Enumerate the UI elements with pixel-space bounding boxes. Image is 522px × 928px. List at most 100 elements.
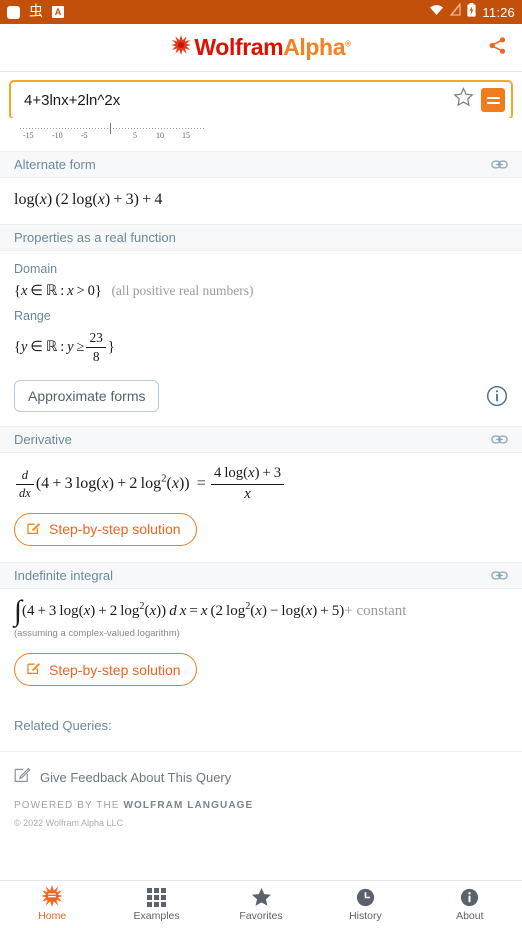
derivative-step-row: Step-by-step solution — [0, 512, 522, 562]
bottom-navigation: Home Examples Favorites History About — [0, 880, 522, 928]
a-badge-icon: A — [52, 6, 64, 18]
related-queries-title: Related Queries: — [14, 718, 112, 734]
domain-label: Domain — [14, 261, 58, 276]
wolfram-spikey-logo-icon — [171, 35, 192, 60]
section-body-indefinite-integral: ∫(4 + 3 log(x) + 2 log2(x)) d x = x (2 l… — [0, 589, 522, 643]
logo-wolfram-text: Wolfram — [194, 34, 284, 60]
signal-off-icon — [450, 2, 462, 21]
nav-item-favorites[interactable]: Favorites — [209, 881, 313, 928]
rounded-square-icon — [7, 5, 20, 19]
range-prefix: {y ∈ ℝ : y ≥ — [14, 338, 85, 355]
integral-step-row: Step-by-step solution — [0, 643, 522, 704]
pencil-square-icon — [27, 661, 41, 678]
nav-item-history[interactable]: History — [313, 881, 417, 928]
plot-tick-label: -5 — [81, 131, 88, 140]
nav-item-about[interactable]: About — [418, 881, 522, 928]
step-button-label: Step-by-step solution — [49, 521, 181, 538]
derivative-result-denominator: x — [211, 484, 285, 505]
plot-axis-strip: -15 -10 -5 5 10 15 — [0, 118, 522, 151]
give-feedback-row[interactable]: Give Feedback About This Query — [0, 752, 522, 788]
favorite-button[interactable] — [448, 85, 478, 115]
link-icon[interactable] — [491, 431, 508, 448]
approx-forms-row: Approximate forms — [0, 372, 522, 426]
integral-constant: + constant — [344, 602, 407, 619]
section-title: Properties as a real function — [14, 229, 176, 245]
derivative-dx: dx — [16, 484, 34, 502]
cjk-glyph-icon: 虫 — [29, 4, 43, 20]
integral-formula: ∫(4 + 3 log(x) + 2 log2(x)) d x = x (2 l… — [14, 596, 508, 625]
plot-tick-label: -15 — [23, 131, 34, 140]
battery-charging-icon — [467, 2, 477, 22]
step-by-step-solution-button-derivative[interactable]: Step-by-step solution — [14, 512, 197, 546]
derivative-equals: = — [193, 475, 210, 493]
powered-by-text: POWERED BY THE WOLFRAM LANGUAGE — [0, 788, 522, 811]
related-queries-section[interactable]: Related Queries: — [0, 704, 522, 753]
plot-tick-label: 15 — [182, 131, 190, 140]
nav-label-examples: Examples — [133, 909, 180, 922]
star-filled-icon — [251, 887, 272, 907]
powered-brand: WOLFRAM LANGUAGE — [123, 800, 254, 812]
star-outline-icon — [452, 87, 474, 113]
integral-integrand: (4 + 3 log(x) + 2 log2(x)) — [21, 600, 167, 619]
link-icon[interactable] — [491, 156, 508, 173]
range-fraction: 23 8 — [86, 329, 106, 366]
section-title: Derivative — [14, 432, 72, 448]
keyboard-icon-line — [486, 96, 500, 99]
plot-zero-tick — [110, 123, 111, 134]
share-button[interactable] — [482, 33, 512, 63]
derivative-lhs: (4 + 3 log(x) + 2 log2(x)) — [35, 472, 190, 493]
section-header-derivative: Derivative — [0, 426, 522, 454]
status-bar: 虫 A 11:26 — [0, 0, 522, 24]
approximate-forms-button[interactable]: Approximate forms — [14, 380, 160, 413]
range-numerator: 23 — [89, 330, 103, 346]
nav-item-home[interactable]: Home — [0, 881, 104, 928]
clock-icon — [356, 888, 375, 907]
pencil-square-outline-icon — [14, 766, 31, 788]
info-filled-icon — [460, 888, 479, 907]
feedback-label: Give Feedback About This Query — [40, 769, 232, 785]
derivative-result-numerator: 4 log(x) + 3 — [214, 465, 282, 482]
link-icon[interactable] — [491, 567, 508, 584]
derivative-formula: d dx (4 + 3 log(x) + 2 log2(x)) = 4 log(x)… — [14, 464, 508, 505]
section-body-alternate-form: log(x) (2 log(x) + 3) + 4 — [0, 178, 522, 224]
search-input[interactable] — [22, 90, 448, 110]
range-label: Range — [14, 309, 51, 324]
domain-row: {x ∈ ℝ : x > 0} (all positive real numbe… — [14, 282, 508, 302]
integral-assumption: (assuming a complex-valued logarithm) — [14, 628, 180, 640]
step-by-step-solution-button-integral[interactable]: Step-by-step solution — [14, 653, 197, 687]
wifi-icon — [429, 3, 444, 21]
status-bar-right: 11:26 — [429, 2, 515, 22]
status-bar-time: 11:26 — [482, 4, 515, 20]
nav-label-about: About — [456, 909, 484, 922]
keyboard-icon-line — [486, 101, 500, 104]
plot-tick-label: 5 — [133, 131, 137, 140]
powered-prefix: POWERED BY THE — [14, 800, 124, 812]
nav-label-home: Home — [38, 909, 67, 922]
info-icon[interactable] — [486, 385, 508, 407]
grid-icon — [147, 887, 167, 907]
derivative-operator: d dx — [16, 467, 34, 502]
plot-axis-line — [20, 128, 206, 129]
app-header: WolframAlpha® — [0, 24, 522, 72]
keyboard-button[interactable] — [481, 88, 505, 112]
plot-tick-label: 10 — [156, 131, 164, 140]
integral-equals: = — [189, 602, 201, 619]
logo-alpha-text: Alpha — [283, 34, 346, 60]
search-box[interactable] — [9, 80, 513, 120]
logo-text: WolframAlpha® — [194, 34, 351, 61]
section-header-properties: Properties as a real function — [0, 223, 522, 251]
plot-tick-label: -10 — [52, 131, 63, 140]
alternate-form-formula: log(x) (2 log(x) + 3) + 4 — [14, 191, 163, 208]
wolframalpha-logo: WolframAlpha® — [171, 34, 351, 61]
range-denominator: 8 — [86, 347, 106, 366]
status-bar-left: 虫 A — [7, 5, 64, 19]
section-header-alternate-form: Alternate form — [0, 151, 522, 178]
integral-result: x (2 log2(x) − log(x) + 5) — [200, 600, 345, 619]
results-scroll-area[interactable]: -15 -10 -5 5 10 15 Alternate form log(x)… — [0, 118, 522, 880]
domain-formula: {x ∈ ℝ : x > 0} — [14, 282, 102, 299]
derivative-d: d — [21, 468, 29, 483]
range-suffix: } — [107, 338, 115, 355]
nav-item-examples[interactable]: Examples — [104, 881, 208, 928]
section-body-properties: Domain {x ∈ ℝ : x > 0} (all positive rea… — [0, 251, 522, 373]
share-icon — [488, 36, 507, 60]
